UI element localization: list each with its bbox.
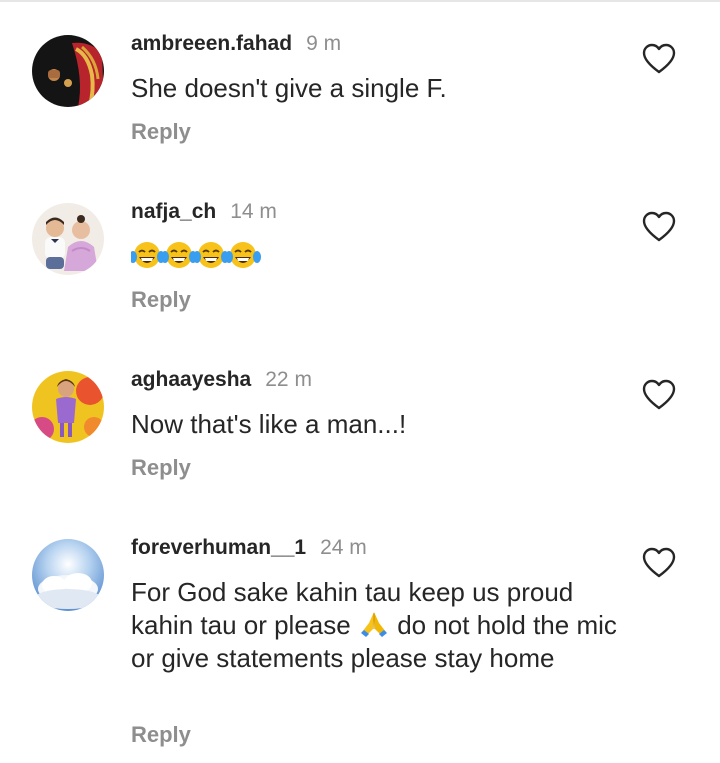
comment-username[interactable]: ambreeen.fahad <box>131 32 292 56</box>
heart-outline-icon[interactable] <box>642 43 676 75</box>
comment-username[interactable]: aghaayesha <box>131 368 251 392</box>
comment-username[interactable]: nafja_ch <box>131 200 216 224</box>
top-divider <box>0 0 720 2</box>
comment-timestamp: 24 m <box>320 536 367 559</box>
comment-text: She doesn't give a single F. <box>131 73 447 103</box>
avatar[interactable] <box>32 35 104 107</box>
comment-timestamp: 14 m <box>230 200 277 223</box>
heart-outline-icon[interactable] <box>642 379 676 411</box>
heart-outline-icon[interactable] <box>642 211 676 243</box>
comment-timestamp: 22 m <box>265 368 312 391</box>
tears-of-joy-emoji <box>129 242 261 268</box>
avatar[interactable] <box>32 539 104 611</box>
tears-of-joy-emoji <box>161 242 197 268</box>
comment-username[interactable]: foreverhuman__1 <box>131 536 306 560</box>
reply-button[interactable]: Reply <box>131 455 191 481</box>
comment-text: Now that's like a man...! <box>131 409 407 439</box>
comment-text: For God sake kahin tau keep us proud kah… <box>131 576 621 675</box>
comment-text: 😂😂😂😂 <box>129 240 621 274</box>
comment-timestamp: 9 m <box>306 32 342 55</box>
tears-of-joy-emoji <box>225 242 261 268</box>
folded-hands-emoji <box>360 612 387 637</box>
reply-button[interactable]: Reply <box>131 119 191 145</box>
avatar[interactable] <box>32 371 104 443</box>
tears-of-joy-emoji <box>129 242 165 268</box>
avatar[interactable] <box>32 203 104 275</box>
reply-button[interactable]: Reply <box>131 722 191 748</box>
reply-button[interactable]: Reply <box>131 287 191 313</box>
heart-outline-icon[interactable] <box>642 547 676 579</box>
tears-of-joy-emoji <box>193 242 229 268</box>
